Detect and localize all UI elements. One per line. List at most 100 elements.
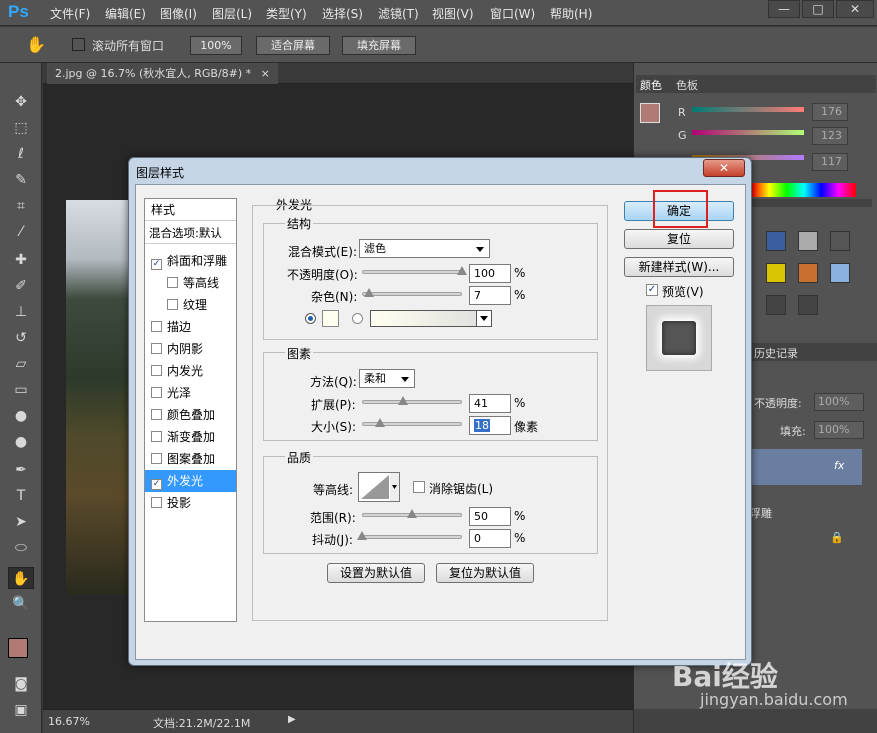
opacity-slider-thumb[interactable] <box>457 266 467 275</box>
size-slider-thumb[interactable] <box>375 418 385 427</box>
gradient-radio[interactable] <box>352 313 363 324</box>
status-menu-arrow-icon[interactable]: ▶ <box>288 714 296 725</box>
menu-window[interactable]: 窗口(W) <box>490 5 535 22</box>
style-item[interactable]: 描边 <box>145 316 236 338</box>
preview-checkbox[interactable]: ✓ <box>646 284 658 296</box>
style-checkbox[interactable] <box>151 343 162 354</box>
opacity-value[interactable]: 100% <box>814 393 864 411</box>
style-item[interactable]: ✓ 外发光 <box>145 470 236 492</box>
maximize-button[interactable]: □ <box>802 0 834 18</box>
opacity-input[interactable]: 100 <box>469 264 511 283</box>
style-swatch[interactable] <box>830 263 850 283</box>
blend-options-item[interactable]: 混合选项:默认 <box>145 222 236 244</box>
quick-mask-icon[interactable]: ◙ <box>8 673 34 695</box>
brush-tool-icon[interactable]: ✐ <box>8 275 34 297</box>
tab-color[interactable]: 颜色 <box>640 77 662 93</box>
noise-slider[interactable] <box>362 292 462 296</box>
ellipse-tool-icon[interactable]: ⬭ <box>8 537 34 559</box>
style-checkbox[interactable] <box>151 453 162 464</box>
range-slider-thumb[interactable] <box>407 509 417 518</box>
antialias-checkbox[interactable] <box>413 481 425 493</box>
menu-select[interactable]: 选择(S) <box>322 5 363 22</box>
style-checkbox[interactable] <box>151 387 162 398</box>
style-checkbox[interactable] <box>167 277 178 288</box>
move-tool-icon[interactable]: ✥ <box>8 91 34 113</box>
style-swatch[interactable] <box>798 263 818 283</box>
marquee-tool-icon[interactable]: ⬚ <box>8 117 34 139</box>
history-brush-icon[interactable]: ↺ <box>8 327 34 349</box>
spread-input[interactable]: 41 <box>469 394 511 413</box>
panel-foreground-swatch[interactable] <box>640 103 660 123</box>
style-item[interactable]: 图案叠加 <box>145 448 236 470</box>
scroll-all-checkbox[interactable] <box>72 38 85 51</box>
zoom-tool-icon[interactable]: 🔍 <box>8 593 34 615</box>
eyedropper-tool-icon[interactable]: ⁄ <box>8 221 34 243</box>
style-checkbox[interactable] <box>151 431 162 442</box>
g-value[interactable]: 123 <box>812 127 848 145</box>
menu-image[interactable]: 图像(I) <box>160 5 197 22</box>
style-swatch[interactable] <box>830 231 850 251</box>
noise-input[interactable]: 7 <box>469 286 511 305</box>
healing-brush-icon[interactable]: ✚ <box>8 249 34 271</box>
close-tab-icon[interactable]: × <box>261 67 270 80</box>
r-slider[interactable] <box>692 107 804 112</box>
style-item[interactable]: 内发光 <box>145 360 236 382</box>
style-checkbox[interactable] <box>151 365 162 376</box>
b-value[interactable]: 117 <box>812 153 848 171</box>
stamp-tool-icon[interactable]: ⊥ <box>8 301 34 323</box>
style-item[interactable]: 颜色叠加 <box>145 404 236 426</box>
make-default-button[interactable]: 设置为默认值 <box>327 563 425 583</box>
menu-filter[interactable]: 滤镜(T) <box>378 5 419 22</box>
jitter-slider-thumb[interactable] <box>357 531 367 540</box>
tab-swatches[interactable]: 色板 <box>676 77 698 93</box>
new-style-button[interactable]: 新建样式(W)... <box>624 257 734 277</box>
style-item[interactable]: 渐变叠加 <box>145 426 236 448</box>
reset-button[interactable]: 复位 <box>624 229 734 249</box>
eraser-tool-icon[interactable]: ▱ <box>8 353 34 375</box>
style-checkbox[interactable]: ✓ <box>151 479 162 490</box>
jitter-input[interactable]: 0 <box>469 529 511 548</box>
dodge-tool-icon[interactable]: ● <box>8 431 34 453</box>
reset-default-button[interactable]: 复位为默认值 <box>436 563 534 583</box>
path-select-icon[interactable]: ➤ <box>8 511 34 533</box>
layer-fx-label[interactable]: fx <box>834 459 844 472</box>
blend-mode-select[interactable]: 滤色 <box>359 239 490 258</box>
tab-history[interactable]: 历史记录 <box>754 345 798 361</box>
fill-value[interactable]: 100% <box>814 421 864 439</box>
type-tool-icon[interactable]: T <box>8 485 34 507</box>
hand-tool-icon[interactable]: ✋ <box>26 35 46 54</box>
r-value[interactable]: 176 <box>812 103 848 121</box>
style-item[interactable]: 投影 <box>145 492 236 514</box>
styles-header[interactable]: 样式 <box>145 199 236 221</box>
blur-tool-icon[interactable]: ● <box>8 405 34 427</box>
style-checkbox[interactable] <box>151 321 162 332</box>
style-item[interactable]: 内阴影 <box>145 338 236 360</box>
style-swatch[interactable] <box>766 295 786 315</box>
menu-view[interactable]: 视图(V) <box>432 5 474 22</box>
style-checkbox[interactable] <box>167 299 178 310</box>
menu-file[interactable]: 文件(F) <box>50 5 90 22</box>
glow-color-swatch[interactable] <box>322 310 339 327</box>
style-checkbox[interactable] <box>151 497 162 508</box>
menu-help[interactable]: 帮助(H) <box>550 5 592 22</box>
gradient-picker[interactable] <box>370 310 492 327</box>
hand-tool-icon[interactable]: ✋ <box>8 567 34 589</box>
style-swatch[interactable] <box>766 263 786 283</box>
range-input[interactable]: 50 <box>469 507 511 526</box>
style-checkbox[interactable] <box>151 409 162 420</box>
fill-screen-button[interactable]: 填充屏幕 <box>342 36 416 55</box>
selected-layer-row[interactable] <box>750 449 862 485</box>
foreground-color-swatch[interactable] <box>8 638 28 658</box>
gradient-dropdown[interactable] <box>476 311 491 326</box>
pen-tool-icon[interactable]: ✒ <box>8 459 34 481</box>
style-swatch[interactable] <box>766 231 786 251</box>
contour-picker[interactable] <box>358 472 400 502</box>
crop-tool-icon[interactable]: ⌗ <box>8 195 34 217</box>
style-item[interactable]: 纹理 <box>145 294 236 316</box>
style-item[interactable]: 光泽 <box>145 382 236 404</box>
jitter-slider[interactable] <box>362 535 462 539</box>
spread-slider-thumb[interactable] <box>398 396 408 405</box>
dialog-close-button[interactable]: ✕ <box>703 159 745 177</box>
menu-layer[interactable]: 图层(L) <box>212 5 252 22</box>
color-spectrum[interactable] <box>752 183 856 197</box>
